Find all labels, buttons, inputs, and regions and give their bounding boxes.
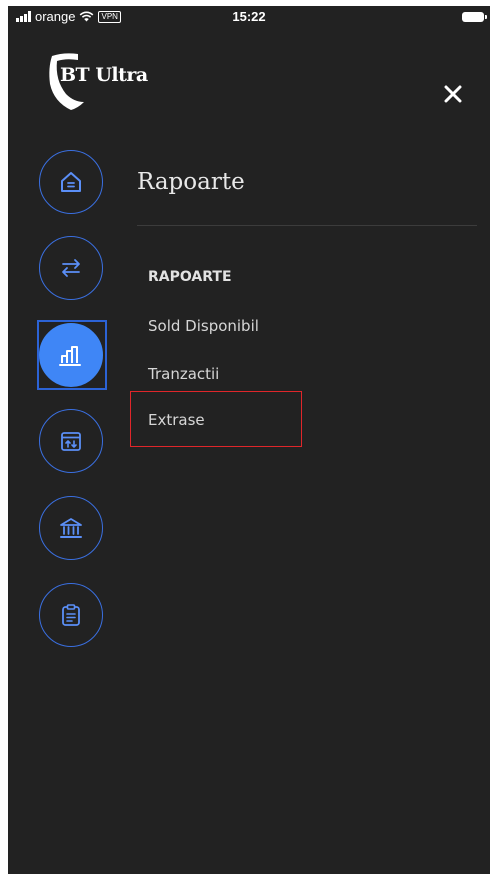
battery-icon (462, 12, 487, 22)
logo-text: BT Ultra (60, 64, 148, 86)
rail-item-reports[interactable] (39, 323, 103, 387)
clipboard-icon (62, 604, 80, 626)
panel-title: Rapoarte (137, 169, 245, 195)
status-time: 15:22 (232, 9, 266, 24)
rail-item-transfers[interactable] (39, 236, 103, 300)
rail-item-exchange[interactable] (39, 409, 103, 473)
close-icon (444, 85, 462, 103)
section-header-rapoarte: RAPOARTE (148, 269, 232, 285)
transfer-arrows-icon (62, 259, 80, 277)
close-button[interactable] (438, 79, 468, 109)
exchange-card-icon (61, 432, 81, 451)
panel-divider (137, 225, 477, 226)
menu-item-tranzactii[interactable]: Tranzactii (148, 365, 219, 383)
menu-item-extrase[interactable]: Extrase (148, 411, 205, 429)
rail-item-bank[interactable] (39, 496, 103, 560)
status-bar: orange VPN 15:22 (8, 6, 490, 28)
menu-item-sold-disponibil[interactable]: Sold Disponibil (148, 317, 259, 335)
rail-item-home[interactable] (39, 150, 103, 214)
bank-icon (60, 518, 82, 538)
rail-item-documents[interactable] (39, 583, 103, 647)
app-screen: orange VPN 15:22 BT Ultra Rapoarte RAPOA… (8, 6, 490, 874)
bt-ultra-logo: BT Ultra (44, 50, 154, 112)
home-icon (61, 172, 81, 192)
chart-bars-icon (59, 346, 81, 366)
